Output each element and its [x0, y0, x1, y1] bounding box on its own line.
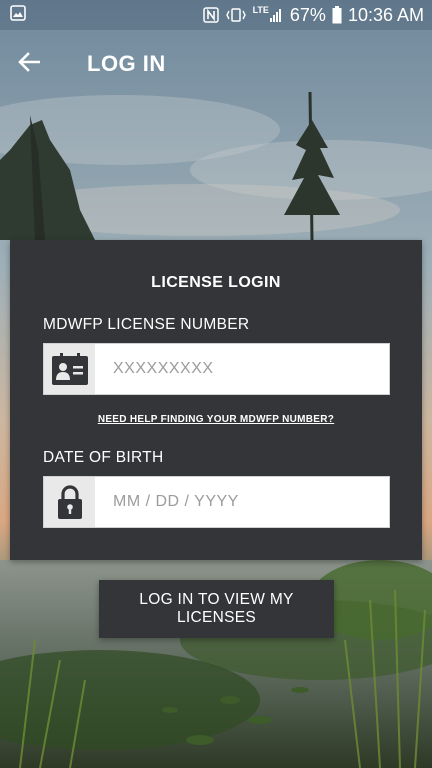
- id-card-icon: [44, 344, 95, 394]
- license-login-card: LICENSE LOGIN MDWFP LICENSE NUMBER NEED …: [10, 240, 422, 560]
- nfc-icon: [202, 7, 219, 23]
- network-type: LTE: [252, 5, 269, 15]
- date-of-birth-input[interactable]: [95, 477, 389, 527]
- status-bar: LTE 67% 10:36 AM: [0, 0, 432, 30]
- gallery-notification-icon: [10, 4, 26, 26]
- back-button[interactable]: [1, 36, 57, 92]
- vibrate-icon: [225, 7, 247, 23]
- card-title: LICENSE LOGIN: [151, 274, 281, 291]
- app-bar: LOG IN: [0, 30, 432, 98]
- license-number-label: MDWFP LICENSE NUMBER: [43, 316, 250, 333]
- log-in-view-licenses-button[interactable]: LOG IN TO VIEW MY LICENSES: [99, 580, 334, 638]
- license-number-field: [43, 343, 390, 395]
- page-title: LOG IN: [87, 51, 166, 76]
- signal-icon: LTE: [252, 5, 284, 23]
- clock: 10:36 AM: [347, 4, 424, 25]
- help-finding-number-link[interactable]: NEED HELP FINDING YOUR MDWFP NUMBER?: [10, 414, 422, 425]
- battery-percent: 67%: [289, 4, 326, 25]
- lock-icon: [44, 477, 95, 527]
- date-of-birth-field: [43, 476, 390, 528]
- arrow-left-icon: [18, 51, 41, 77]
- license-number-input[interactable]: [95, 344, 389, 394]
- date-of-birth-label: DATE OF BIRTH: [43, 449, 164, 466]
- battery-icon: [332, 6, 342, 24]
